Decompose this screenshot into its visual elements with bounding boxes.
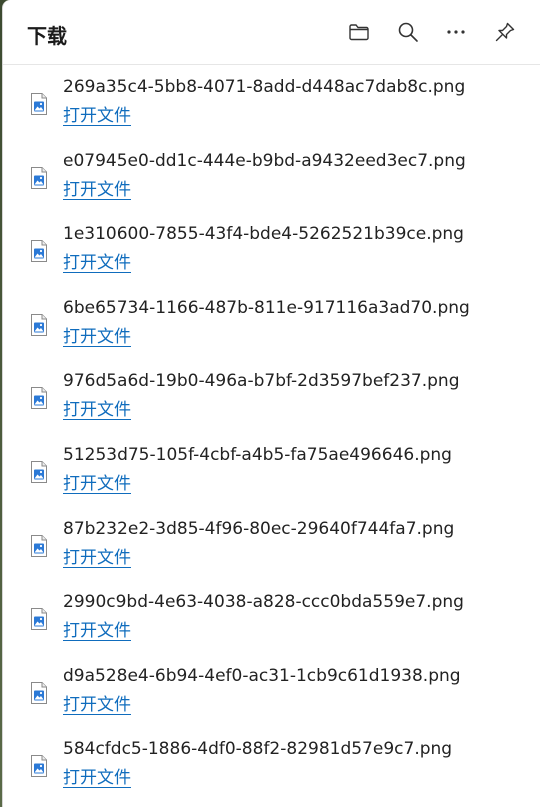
open-file-link[interactable]: 打开文件 bbox=[63, 690, 131, 715]
open-file-link[interactable]: 打开文件 bbox=[63, 175, 131, 200]
download-filename: d9a528e4-6b94-4ef0-ac31-1cb9c61d1938.png bbox=[63, 665, 461, 686]
open-file-link[interactable]: 打开文件 bbox=[63, 543, 131, 568]
more-icon bbox=[447, 30, 465, 34]
download-filename: 51253d75-105f-4cbf-a4b5-fa75ae496646.png bbox=[63, 444, 452, 465]
download-filename: 1e310600-7855-43f4-bde4-5262521b39ce.png bbox=[63, 224, 464, 245]
open-downloads-folder-button[interactable] bbox=[343, 16, 375, 48]
download-filename: 269a35c4-5bb8-4071-8add-d448ac7dab8c.png bbox=[63, 77, 466, 97]
image-file-icon bbox=[31, 460, 47, 483]
pin-panel-button[interactable] bbox=[489, 16, 521, 48]
download-filename: 584cfdc5-1886-4df0-88f2-82981d57e9c7.png bbox=[63, 739, 453, 760]
panel-header: 下载 bbox=[3, 0, 540, 65]
download-item: 1e310600-7855-43f4-bde4-5262521b39ce.png… bbox=[3, 222, 540, 296]
download-filename: 2990c9bd-4e63-4038-a828-ccc0bda559e7.png bbox=[63, 592, 464, 613]
search-icon bbox=[398, 22, 418, 42]
image-file-icon bbox=[31, 313, 47, 336]
open-file-link[interactable]: 打开文件 bbox=[63, 322, 131, 347]
download-item: 51253d75-105f-4cbf-a4b5-fa75ae496646.png… bbox=[3, 443, 540, 517]
download-item: d9a528e4-6b94-4ef0-ac31-1cb9c61d1938.png… bbox=[3, 664, 540, 738]
open-file-link[interactable]: 打开文件 bbox=[63, 616, 131, 641]
download-item: 584cfdc5-1886-4df0-88f2-82981d57e9c7.png… bbox=[3, 737, 540, 807]
download-filename: e07945e0-dd1c-444e-b9bd-a9432eed3ec7.png bbox=[63, 150, 466, 171]
download-filename: 6be65734-1166-487b-811e-917116a3ad70.png bbox=[63, 297, 470, 318]
image-file-icon bbox=[31, 93, 47, 115]
download-filename: 976d5a6d-19b0-496a-b7bf-2d3597bef237.png bbox=[63, 371, 460, 392]
open-file-link[interactable]: 打开文件 bbox=[63, 763, 131, 788]
download-item: 269a35c4-5bb8-4071-8add-d448ac7dab8c.png… bbox=[3, 75, 540, 149]
image-file-icon bbox=[31, 240, 47, 263]
panel-title: 下载 bbox=[27, 24, 67, 48]
open-file-link[interactable]: 打开文件 bbox=[63, 395, 131, 420]
more-options-button[interactable] bbox=[440, 16, 472, 48]
open-file-link[interactable]: 打开文件 bbox=[63, 469, 131, 494]
image-file-icon bbox=[31, 534, 47, 557]
pin-icon bbox=[495, 22, 515, 42]
downloads-panel: 下载 269a35c4-5bb8-4071-8add-d448ac7dab8c.… bbox=[2, 0, 540, 807]
image-file-icon bbox=[31, 755, 47, 778]
download-item: 2990c9bd-4e63-4038-a828-ccc0bda559e7.png… bbox=[3, 590, 540, 664]
open-file-link[interactable]: 打开文件 bbox=[63, 248, 131, 273]
image-file-icon bbox=[31, 166, 47, 189]
download-item: 6be65734-1166-487b-811e-917116a3ad70.png… bbox=[3, 296, 540, 370]
image-file-icon bbox=[31, 681, 47, 704]
download-filename: 87b232e2-3d85-4f96-80ec-29640f744fa7.png bbox=[63, 518, 455, 539]
download-item: e07945e0-dd1c-444e-b9bd-a9432eed3ec7.png… bbox=[3, 149, 540, 223]
folder-icon bbox=[349, 24, 369, 41]
search-downloads-button[interactable] bbox=[392, 16, 424, 48]
downloads-list: 269a35c4-5bb8-4071-8add-d448ac7dab8c.png… bbox=[3, 65, 540, 807]
download-item: 976d5a6d-19b0-496a-b7bf-2d3597bef237.png… bbox=[3, 369, 540, 443]
image-file-icon bbox=[31, 387, 47, 410]
open-file-link[interactable]: 打开文件 bbox=[63, 101, 131, 126]
download-item: 87b232e2-3d85-4f96-80ec-29640f744fa7.png… bbox=[3, 517, 540, 591]
image-file-icon bbox=[31, 608, 47, 631]
